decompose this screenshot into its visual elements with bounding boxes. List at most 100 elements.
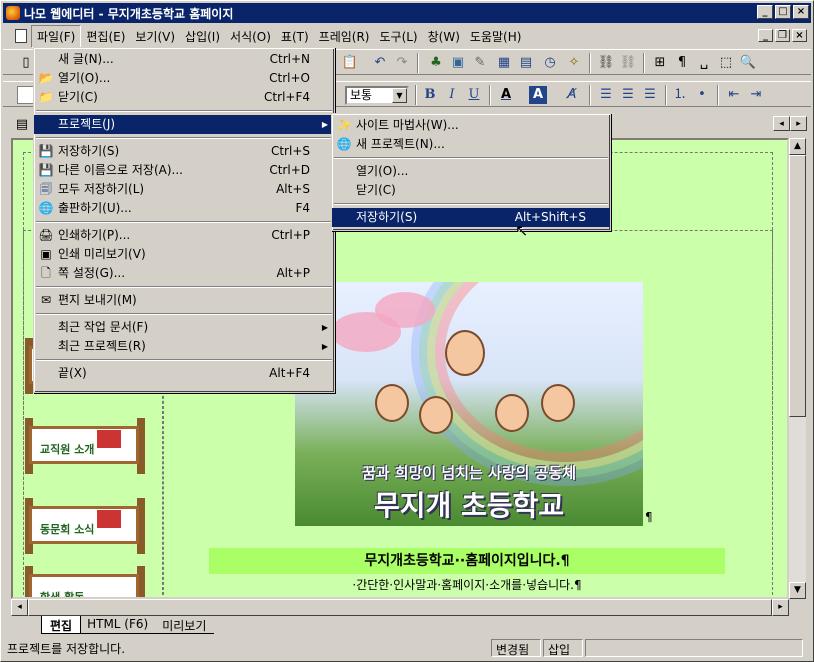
house-icon	[97, 430, 121, 448]
menu-item-print[interactable]: 🖨 인쇄하기(P)... Ctrl+P	[34, 226, 334, 245]
project-submenu: ✨ 사이트 마법사(W)... 🌐 새 프로젝트(N)... 열기(O)... 닫기…	[331, 113, 611, 231]
image-icon[interactable]: ▣	[449, 54, 467, 72]
horizontal-scrollbar[interactable]: ◂ ▸	[11, 599, 789, 616]
bullet-list-icon[interactable]: •	[693, 86, 711, 104]
menu-item-save-all[interactable]: 🗐 모두 저장하기(L) Alt+S	[34, 180, 334, 199]
scroll-up-button[interactable]: ▲	[789, 138, 806, 155]
tab-edit[interactable]: 편집	[41, 616, 82, 634]
nav-sign-staff[interactable]: 교직원 소개	[25, 418, 145, 474]
tab-preview[interactable]: 미리보기	[154, 616, 215, 634]
maximize-button[interactable]: □	[775, 5, 791, 19]
close-button[interactable]: ×	[793, 5, 809, 19]
grid-icon[interactable]: ⊞	[651, 54, 669, 72]
indent-icon[interactable]: ⇥	[747, 86, 765, 104]
hscroll-thumb[interactable]	[28, 599, 772, 616]
menu-file[interactable]: 파일(F)	[31, 24, 82, 48]
school-banner-image[interactable]: 꿈과 희망이 넘치는 사랑의 공동체 무지개 초등학교	[295, 282, 643, 526]
menu-item-new[interactable]: 새 글(N)... Ctrl+N	[34, 50, 334, 69]
nav-sign-students[interactable]: 학생 활동	[25, 566, 145, 597]
outdent-icon[interactable]: ⇤	[725, 86, 743, 104]
doc-menu-icon[interactable]	[15, 29, 27, 43]
menu-item-project-open[interactable]: 열기(O)...	[332, 162, 610, 181]
menu-view[interactable]: 보기(V)	[130, 26, 180, 47]
menu-item-recent-projects[interactable]: 최근 프로젝트(R) ▶	[34, 337, 334, 356]
tab-scroll-left[interactable]: ◂	[773, 116, 790, 131]
menu-item-label: 사이트 마법사(W)...	[356, 118, 459, 132]
menu-item-print-preview[interactable]: ▣ 인쇄 미리보기(V)	[34, 245, 334, 264]
menu-item-close[interactable]: 📁 닫기(C) Ctrl+F4	[34, 88, 334, 107]
menu-item-label: 닫기(C)	[58, 90, 98, 104]
link-icon[interactable]: ⛓	[597, 54, 615, 72]
clock-icon[interactable]: ◷	[541, 54, 559, 72]
welcome-heading[interactable]: 무지개초등학교··홈페이지입니다.¶	[209, 548, 725, 574]
doc-close-button[interactable]: ×	[792, 29, 807, 42]
nav-sign-alumni[interactable]: 동문회 소식	[25, 498, 145, 554]
app-icon[interactable]	[6, 6, 20, 20]
undo-icon[interactable]: ↶	[371, 54, 389, 72]
menu-item-project-save[interactable]: 저장하기(S) Alt+Shift+S	[332, 208, 610, 227]
menu-frame[interactable]: 프레임(R)	[314, 26, 375, 47]
menu-item-project[interactable]: 프로젝트(J) ▶	[34, 115, 334, 134]
menu-item-project-close[interactable]: 닫기(C)	[332, 181, 610, 200]
font-color-icon[interactable]: A	[497, 86, 515, 104]
scroll-down-button[interactable]: ▼	[789, 582, 806, 599]
layer-icon[interactable]: ▤	[517, 54, 535, 72]
minimize-button[interactable]: _	[757, 5, 773, 19]
font-size-select[interactable]: 보통 ▼	[345, 86, 409, 105]
numbered-list-icon[interactable]: ⒈	[671, 86, 689, 104]
clear-format-icon[interactable]: A̸	[563, 86, 581, 104]
menu-item-recent-docs[interactable]: 최근 작업 문서(F) ▶	[34, 318, 334, 337]
menu-item-shortcut: Ctrl+D	[269, 163, 310, 177]
status-extra	[585, 639, 803, 657]
menu-item-page-setup[interactable]: 🗋 쪽 설정(G)... Alt+P	[34, 264, 334, 283]
save-all-icon: 🗐	[40, 182, 52, 196]
scroll-right-button[interactable]: ▸	[772, 599, 789, 616]
magic-icon[interactable]: ✧	[565, 54, 583, 72]
nav-label-alumni: 동문회 소식	[29, 506, 139, 544]
border-icon[interactable]: ⬚	[717, 54, 735, 72]
menu-edit[interactable]: 편집(E)	[81, 26, 130, 47]
redo-icon[interactable]: ↷	[393, 54, 411, 72]
tab-html[interactable]: HTML (F6)	[79, 616, 157, 634]
tab-scroll-right[interactable]: ▸	[790, 116, 807, 131]
vertical-scrollbar[interactable]: ▲ ▼	[789, 138, 806, 599]
menu-tools[interactable]: 도구(L)	[374, 26, 422, 47]
space-mark-icon[interactable]: ␣	[695, 54, 713, 72]
menu-item-exit[interactable]: 끝(X) Alt+F4	[34, 364, 334, 383]
align-right-icon[interactable]: ☰	[641, 86, 659, 104]
scroll-thumb[interactable]	[789, 155, 806, 417]
form-icon[interactable]: ✎	[471, 54, 489, 72]
app-window: 나모 웹에디터 - 무지개초등학교 홈페이지 _ □ × 파일(F) 편집(E)…	[0, 0, 814, 662]
menu-window[interactable]: 창(W)	[423, 26, 465, 47]
menu-insert[interactable]: 삽입(I)	[180, 26, 225, 47]
doc-icon[interactable]: ▤	[13, 116, 31, 134]
menu-table[interactable]: 표(T)	[276, 26, 314, 47]
underline-icon[interactable]: U	[465, 86, 483, 104]
menu-item-save-as[interactable]: 💾 다른 이름으로 저장(A)... Ctrl+D	[34, 161, 334, 180]
unlink-icon[interactable]: ⛓	[619, 54, 637, 72]
status-message: 프로젝트를 저장합니다.	[7, 642, 126, 656]
doc-minimize-button[interactable]: _	[758, 29, 773, 42]
highlight-color-icon[interactable]: A	[529, 86, 547, 104]
paragraph-mark-icon[interactable]: ¶	[673, 54, 691, 72]
align-left-icon[interactable]: ☰	[597, 86, 615, 104]
menu-item-site-wizard[interactable]: ✨ 사이트 마법사(W)...	[332, 116, 610, 135]
tree-icon[interactable]: ♣	[427, 54, 445, 72]
intro-text[interactable]: ·간단한·인사말과·홈페이지·소개를·넣습니다.¶	[209, 574, 725, 596]
bold-icon[interactable]: B	[421, 86, 439, 104]
zoom-icon[interactable]: 🔍	[739, 54, 757, 72]
scroll-left-button[interactable]: ◂	[11, 599, 28, 616]
menu-item-send-mail[interactable]: ✉ 편지 보내기(M)	[34, 291, 334, 310]
menu-item-open[interactable]: 📂 열기(O)... Ctrl+O	[34, 69, 334, 88]
menu-item-save[interactable]: 💾 저장하기(S) Ctrl+S	[34, 142, 334, 161]
menu-item-shortcut: F4	[295, 201, 310, 215]
align-center-icon[interactable]: ☰	[619, 86, 637, 104]
menu-help[interactable]: 도움말(H)	[465, 26, 527, 47]
doc-restore-button[interactable]: ❐	[775, 29, 790, 42]
menu-item-publish[interactable]: 🌐 출판하기(U)... F4	[34, 199, 334, 218]
paste-icon[interactable]: 📋	[341, 54, 359, 72]
table-icon[interactable]: ▦	[495, 54, 513, 72]
menu-item-new-project[interactable]: 🌐 새 프로젝트(N)...	[332, 135, 610, 154]
italic-icon[interactable]: I	[443, 86, 461, 104]
menu-format[interactable]: 서식(O)	[225, 26, 276, 47]
